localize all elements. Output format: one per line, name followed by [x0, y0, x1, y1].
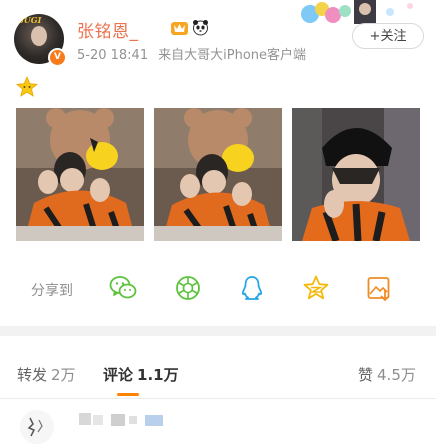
qzone-icon[interactable]: [302, 274, 330, 302]
tab-like[interactable]: 赞 4.5万: [358, 364, 416, 385]
star-emoji-icon: [16, 76, 38, 97]
card-decoration-icon: [301, 0, 413, 24]
tab-like-count: 4.5万: [377, 366, 416, 384]
qq-icon[interactable]: [238, 274, 266, 302]
post-photo-3[interactable]: [292, 108, 420, 241]
post-photo-2[interactable]: [154, 108, 282, 241]
panda-icon: [193, 20, 208, 36]
avatar-face: [31, 26, 47, 46]
share-label: 分享到: [31, 283, 73, 299]
commenter-avatar[interactable]: [20, 410, 54, 444]
section-divider: [0, 326, 436, 336]
tab-comment[interactable]: 评论 1.1万: [103, 364, 179, 385]
avatar-badge-text: SUGI: [18, 15, 42, 25]
tab-like-label: 赞: [358, 366, 374, 384]
wechat-icon[interactable]: [109, 274, 137, 302]
tabs-divider: [0, 398, 436, 399]
moments-icon[interactable]: [174, 274, 202, 302]
post-photo-1[interactable]: [16, 108, 144, 241]
tab-comment-count: 1.1万: [137, 366, 179, 384]
save-image-icon[interactable]: [365, 274, 393, 302]
post-meta: 5-20 18:41 来自大哥大iPhone客户端: [77, 44, 306, 63]
follow-button[interactable]: +关注: [352, 23, 424, 49]
tab-repost[interactable]: 转发 2万: [17, 364, 76, 385]
source-prefix: 来自: [158, 48, 185, 63]
tab-repost-label: 转发: [17, 366, 48, 384]
source-app-link[interactable]: 大哥大iPhone客户端: [184, 48, 306, 63]
tab-repost-count: 2万: [51, 366, 76, 384]
active-tab-indicator: [117, 393, 139, 396]
username[interactable]: 张铭恩_: [77, 17, 139, 42]
verified-badge-icon: V: [48, 48, 67, 67]
commenter-name-blurred: [79, 413, 163, 426]
tab-comment-label: 评论: [103, 366, 134, 384]
crown-badge-icon: [171, 22, 188, 35]
post-time: 5-20 18:41: [77, 48, 149, 63]
